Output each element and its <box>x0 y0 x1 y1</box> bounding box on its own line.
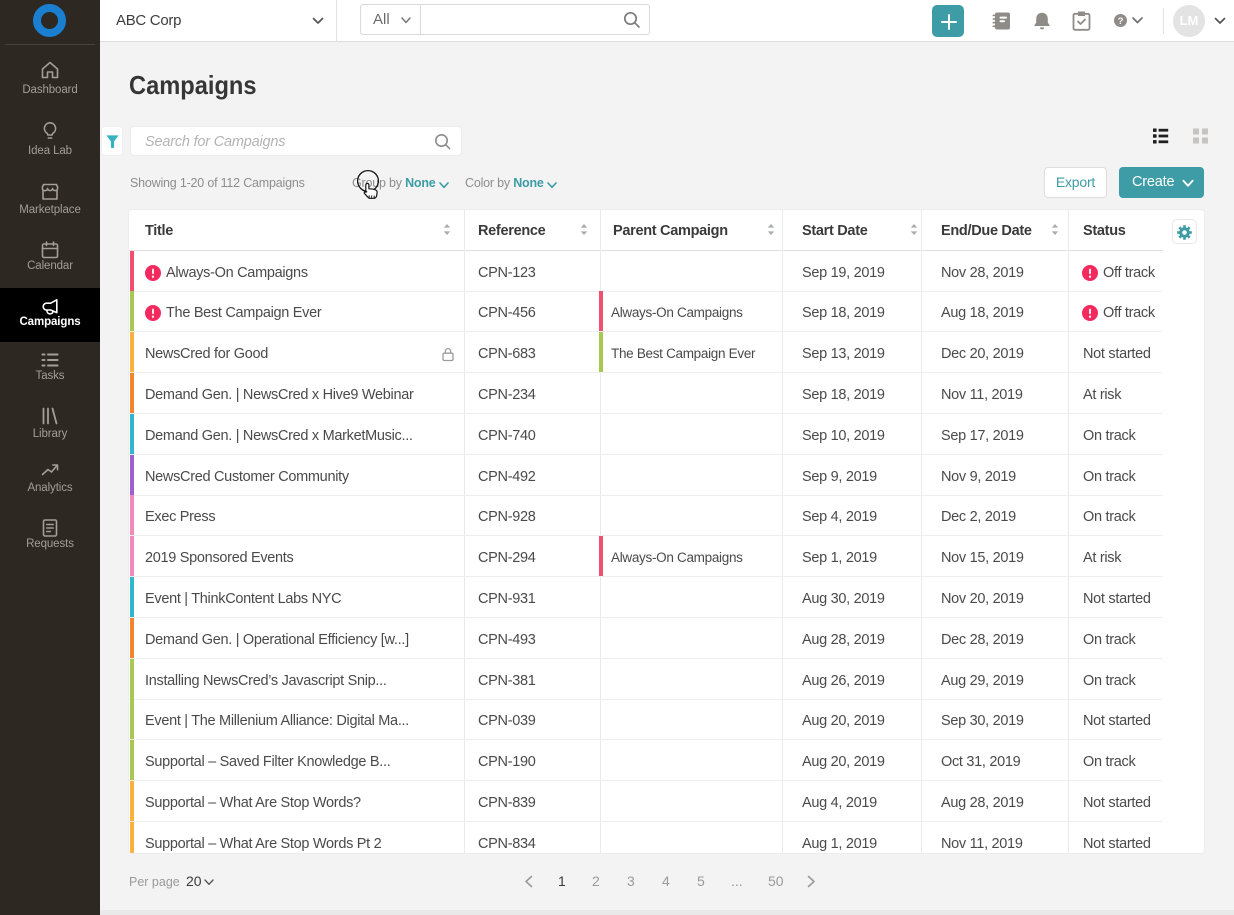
svg-text:?: ? <box>1118 16 1124 27</box>
